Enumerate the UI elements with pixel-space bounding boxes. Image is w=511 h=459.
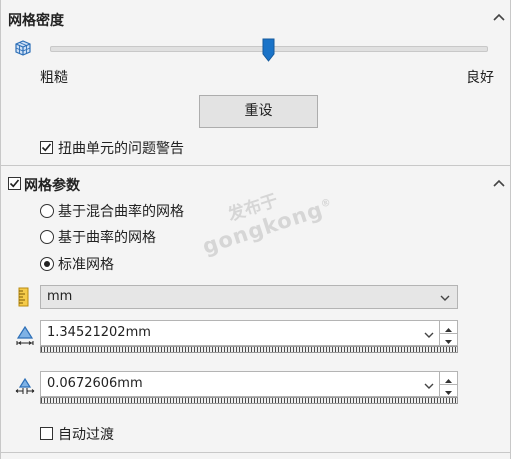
radio-blended-curvature-label: 基于混合曲率的网格 <box>58 204 184 220</box>
radio-standard[interactable] <box>40 257 54 271</box>
slider-fine-label: 良好 <box>466 70 494 86</box>
mesh-density-title: 网格密度 <box>8 13 64 29</box>
radio-selected-dot <box>44 261 50 267</box>
global-size-spinner[interactable] <box>439 321 457 345</box>
watermark-line2: gongkong <box>199 197 327 259</box>
tolerance-icon <box>15 376 35 400</box>
tolerance-input[interactable]: 0.0672606mm <box>40 371 458 397</box>
mesh-params-checkbox[interactable] <box>8 177 21 190</box>
distortion-warning-label: 扭曲单元的问题警告 <box>58 141 184 157</box>
radio-standard-label: 标准网格 <box>58 257 114 273</box>
panel-left-border <box>0 0 1 459</box>
chevron-up-icon[interactable] <box>493 179 505 187</box>
element-size-icon <box>15 325 35 351</box>
chevron-down-icon <box>439 290 451 312</box>
ruler-icon <box>18 287 30 311</box>
slider-coarse-label: 粗糙 <box>40 70 68 86</box>
spin-down-icon[interactable] <box>440 333 457 345</box>
global-size-value: 1.34521202mm <box>47 325 151 340</box>
watermark-mark: ® <box>319 196 334 211</box>
unit-select-value: mm <box>47 289 73 304</box>
radio-blended-curvature[interactable] <box>40 204 54 218</box>
section-divider <box>0 165 511 166</box>
global-size-input[interactable]: 1.34521202mm <box>40 320 458 346</box>
mesh-cube-icon <box>14 39 32 61</box>
mesh-params-title: 网格参数 <box>24 178 80 194</box>
watermark: 发布于 gongkong® <box>192 170 337 259</box>
mesh-density-slider-thumb[interactable] <box>262 38 275 66</box>
auto-transition-checkbox[interactable] <box>40 427 53 440</box>
distortion-warning-checkbox[interactable] <box>40 141 53 154</box>
chevron-up-icon[interactable] <box>493 13 505 21</box>
spin-down-icon[interactable] <box>440 384 457 396</box>
auto-transition-label: 自动过渡 <box>58 427 114 443</box>
reset-button[interactable]: 重设 <box>199 95 318 128</box>
tolerance-thumbwheel[interactable] <box>40 397 458 404</box>
global-size-thumbwheel[interactable] <box>40 346 458 353</box>
tolerance-value: 0.0672606mm <box>47 376 143 391</box>
radio-curvature[interactable] <box>40 230 54 244</box>
unit-select[interactable]: mm <box>40 285 458 309</box>
bottom-divider <box>0 452 511 453</box>
radio-curvature-label: 基于曲率的网格 <box>58 230 156 246</box>
tolerance-spinner[interactable] <box>439 372 457 396</box>
watermark-line1: 发布于 <box>225 190 281 226</box>
